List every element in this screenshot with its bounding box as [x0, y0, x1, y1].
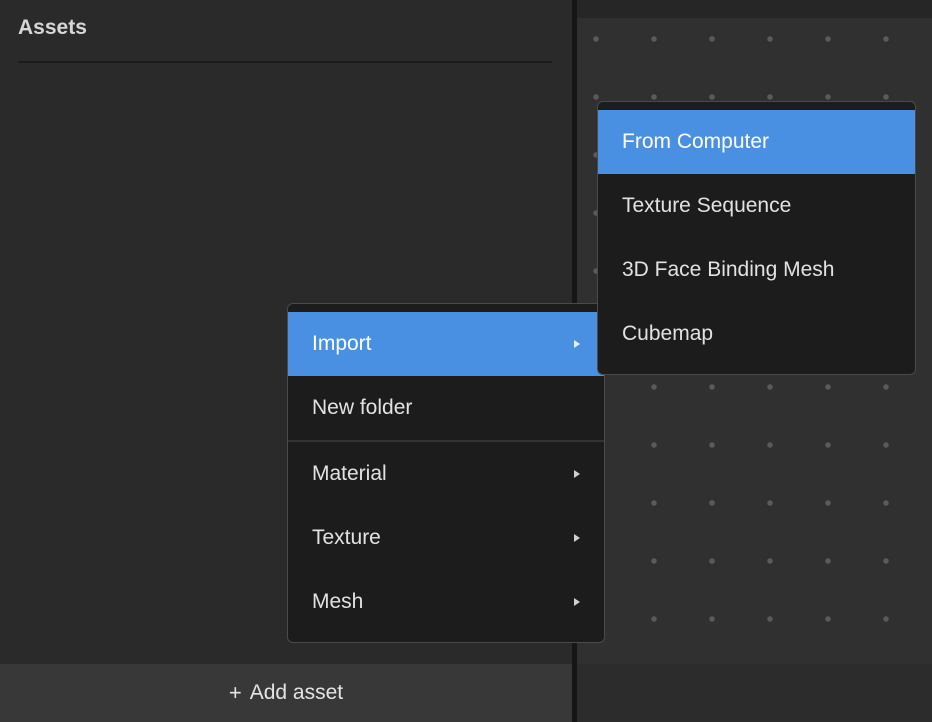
menu-item-label: Material: [312, 461, 387, 485]
viewport-bottom-bar: [577, 664, 932, 722]
menu-item-label: Texture: [312, 525, 381, 549]
menu-item-new-folder[interactable]: New folder: [288, 376, 604, 440]
add-asset-button[interactable]: + Add asset: [0, 664, 572, 722]
menu-item-material[interactable]: Material: [288, 442, 604, 506]
viewport-toolbar: [577, 0, 932, 18]
add-asset-context-menu: Import New folder Material Texture Mesh: [287, 303, 605, 643]
menu-item-label: Mesh: [312, 589, 364, 613]
submenu-item-from-computer[interactable]: From Computer: [598, 110, 915, 174]
chevron-right-icon: [574, 533, 580, 542]
submenu-item-label: Texture Sequence: [622, 194, 792, 217]
submenu-item-label: From Computer: [622, 130, 770, 153]
menu-item-texture[interactable]: Texture: [288, 506, 604, 570]
chevron-right-icon: [574, 469, 580, 478]
plus-icon: +: [228, 680, 242, 705]
menu-item-label: Import: [312, 332, 372, 355]
assets-title-divider: [18, 61, 552, 63]
submenu-item-label: Cubemap: [622, 322, 714, 345]
menu-item-label: New folder: [312, 396, 413, 419]
import-submenu: From Computer Texture Sequence 3D Face B…: [597, 101, 916, 375]
add-asset-label: Add asset: [249, 681, 344, 704]
menu-item-import[interactable]: Import: [288, 312, 604, 376]
chevron-right-icon: [574, 597, 580, 606]
submenu-item-texture-sequence[interactable]: Texture Sequence: [598, 174, 915, 238]
assets-panel-title: Assets: [18, 16, 87, 39]
chevron-right-icon: [574, 340, 580, 348]
submenu-item-3d-face-binding-mesh[interactable]: 3D Face Binding Mesh: [598, 238, 915, 302]
submenu-item-cubemap[interactable]: Cubemap: [598, 302, 915, 366]
submenu-item-label: 3D Face Binding Mesh: [622, 258, 835, 281]
menu-item-mesh[interactable]: Mesh: [288, 570, 604, 634]
